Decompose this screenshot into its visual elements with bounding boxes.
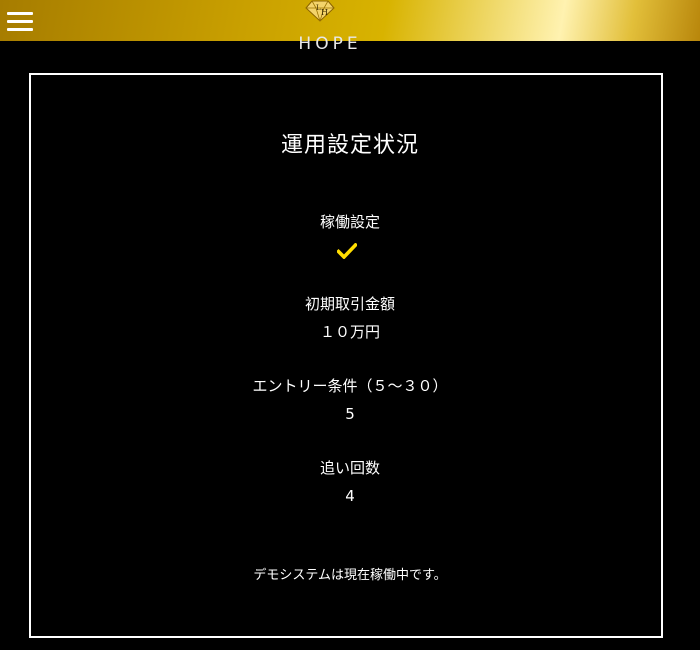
initial-amount-label: 初期取引金額 <box>304 295 395 313</box>
system-status-message: デモシステムは現在稼働中です。 <box>253 568 447 583</box>
entry-condition-label: エントリー条件（５～３０） <box>252 377 448 395</box>
entry-condition-value: 5 <box>345 405 355 423</box>
svg-text:H: H <box>321 8 328 17</box>
menu-bar <box>7 20 33 23</box>
operation-setting-label: 稼働設定 <box>319 213 380 231</box>
brand-name: HOPE <box>298 34 362 54</box>
checkmark-icon <box>337 243 357 259</box>
menu-bar <box>7 28 33 31</box>
initial-amount-value: １０万円 <box>319 323 380 341</box>
app-header: L H HOPE <box>0 0 700 54</box>
logo-emblem-icon: L H <box>305 0 335 22</box>
page-title: 運用設定状況 <box>280 133 419 158</box>
chase-count-value: 4 <box>345 487 355 505</box>
menu-bar <box>7 12 33 15</box>
hamburger-menu-icon[interactable] <box>7 12 33 32</box>
chase-count-label: 追い回数 <box>319 459 380 477</box>
